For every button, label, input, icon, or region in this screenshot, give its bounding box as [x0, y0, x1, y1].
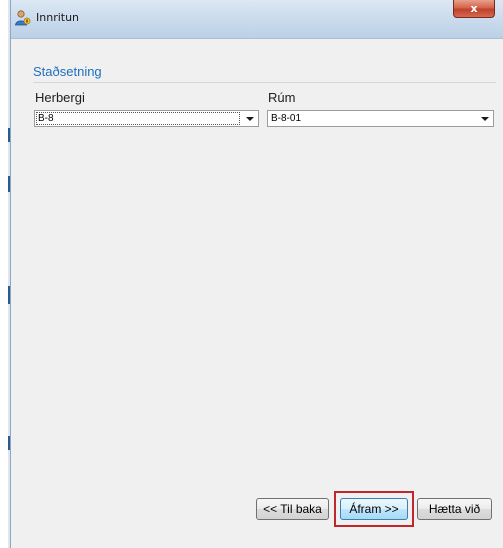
- rum-value: B-8-01: [271, 113, 302, 124]
- herbergi-dropdown[interactable]: B-8: [34, 110, 259, 127]
- dialog-content: Staðsetning Herbergi B-8 Rúm B-8-01: [12, 39, 502, 548]
- focus-rectangle: [36, 112, 240, 125]
- background-strip: [0, 0, 10, 548]
- user-icon: [15, 10, 31, 26]
- window-title: Innritun: [36, 11, 80, 24]
- innritun-dialog: Innritun x Staðsetning Herbergi B-8 Rúm …: [10, 0, 503, 548]
- rum-label: Rúm: [268, 90, 296, 105]
- title-bar[interactable]: Innritun x: [11, 0, 503, 39]
- herbergi-label: Herbergi: [35, 90, 85, 105]
- back-button[interactable]: << Til baka: [256, 498, 329, 520]
- close-button[interactable]: x: [453, 0, 495, 18]
- chevron-down-icon[interactable]: [246, 117, 254, 121]
- section-divider: [33, 82, 496, 83]
- herbergi-value: B-8: [38, 113, 54, 124]
- chevron-down-icon[interactable]: [481, 117, 489, 121]
- next-button[interactable]: Áfram >>: [340, 498, 408, 520]
- rum-dropdown[interactable]: B-8-01: [267, 110, 494, 127]
- cancel-button[interactable]: Hætta við: [417, 498, 492, 520]
- close-icon: x: [470, 2, 478, 15]
- section-title: Staðsetning: [33, 64, 102, 79]
